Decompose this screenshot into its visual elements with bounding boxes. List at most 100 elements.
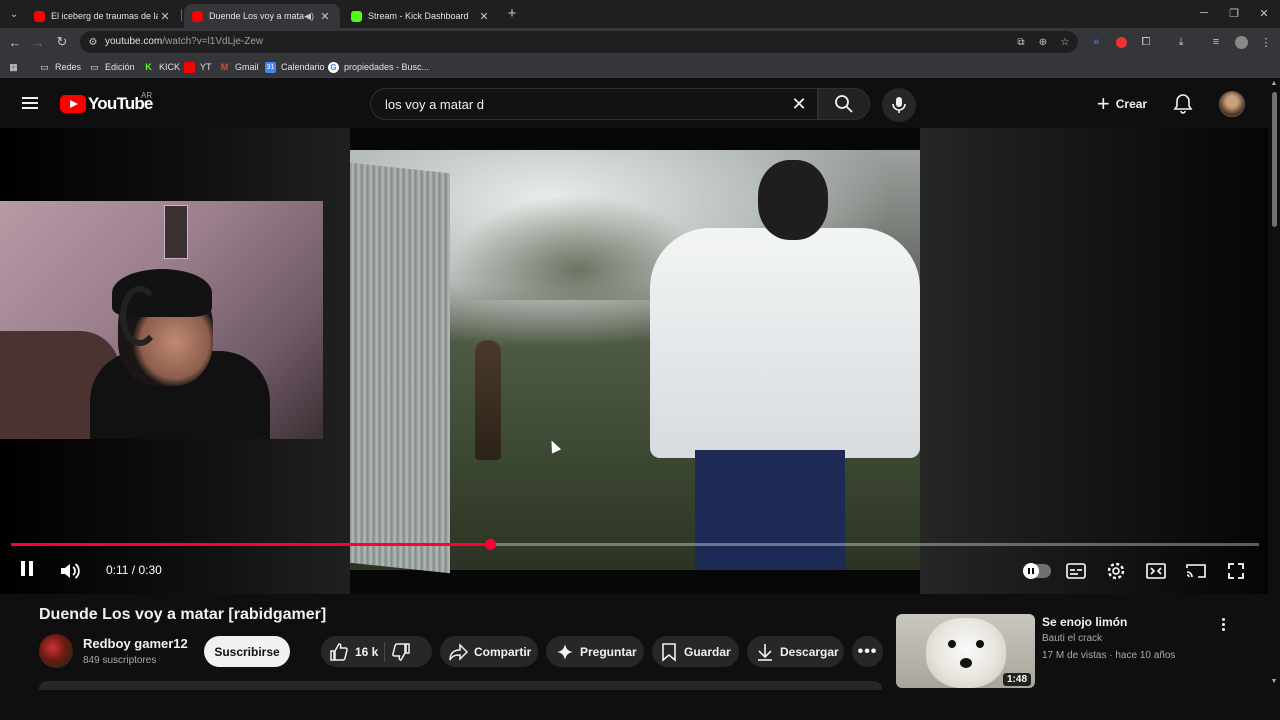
cast-button[interactable] — [1183, 558, 1209, 584]
bookmark-yt[interactable]: YT — [184, 60, 212, 74]
scroll-up-arrow-icon[interactable]: ▲ — [1270, 80, 1278, 88]
like-dislike-group: 16 k — [321, 636, 432, 667]
back-arrow-icon[interactable]: ← — [6, 33, 24, 51]
site-info-icon[interactable]: ⚙ — [86, 35, 100, 49]
settings-button[interactable] — [1103, 558, 1129, 584]
recommendation-thumbnail[interactable]: 1:48 — [896, 614, 1035, 688]
autoplay-pause-icon — [1023, 563, 1039, 579]
bookmark-gmail[interactable]: M Gmail — [219, 60, 259, 74]
search-icon — [835, 95, 853, 113]
folder-icon: ▭ — [40, 61, 49, 72]
youtube-logo[interactable]: YouTube — [60, 94, 153, 114]
theater-mode-icon — [1146, 563, 1166, 579]
bookmark-kick[interactable]: K KICK — [143, 60, 180, 74]
bookmark-label: propiedades - Busc... — [344, 62, 430, 72]
fullscreen-button[interactable] — [1223, 558, 1249, 584]
tab-separator — [181, 9, 182, 21]
recommendation-title[interactable]: Se enojo limón — [1042, 615, 1127, 629]
url-host: youtube.com — [105, 36, 163, 47]
user-avatar[interactable] — [1219, 91, 1245, 117]
save-button[interactable]: Guardar — [652, 636, 739, 667]
channel-avatar[interactable] — [39, 634, 73, 668]
browser-tab-kick[interactable]: Stream - Kick Dashboard ✕ — [343, 4, 499, 28]
speaker-icon[interactable]: ◀) — [304, 11, 314, 22]
youtube-play-logo-icon — [60, 95, 86, 113]
theater-mode-button[interactable] — [1143, 558, 1169, 584]
save-label: Guardar — [684, 644, 731, 659]
page-scrollbar[interactable]: ▲ ▼ — [1268, 80, 1280, 690]
scroll-down-arrow-icon[interactable]: ▼ — [1270, 678, 1278, 686]
close-window-icon[interactable]: ✕ — [1252, 4, 1276, 22]
extension-icon[interactable]: » — [1088, 34, 1104, 50]
tab-search-chevron-icon[interactable]: ⌄ — [6, 6, 22, 22]
voice-search-button[interactable] — [882, 88, 916, 122]
subscribe-button[interactable]: Suscribirse — [204, 636, 290, 667]
more-actions-button[interactable]: ••• — [852, 636, 883, 667]
kick-favicon-icon — [351, 10, 362, 22]
tab-title: El iceberg de traumas de la infa — [51, 11, 158, 21]
browser-tab-duende[interactable]: Duende Los voy a matar [ra ◀) ✕ — [184, 4, 340, 28]
bookmark-icon — [662, 642, 676, 662]
downloads-icon[interactable]: ⤓ — [1173, 34, 1189, 50]
volume-button[interactable] — [57, 558, 83, 584]
thumbs-up-icon — [330, 642, 348, 661]
minimize-icon[interactable]: ─ — [1192, 4, 1216, 22]
recommendation-duration: 1:48 — [1002, 673, 1031, 686]
profile-icon[interactable] — [1233, 34, 1249, 50]
close-tab-icon[interactable]: ✕ — [318, 9, 332, 23]
dislike-button[interactable] — [391, 642, 411, 662]
new-tab-icon[interactable]: + — [504, 5, 520, 22]
install-app-icon[interactable]: ⧉ — [1014, 35, 1028, 49]
ask-button[interactable]: Preguntar — [546, 636, 644, 667]
progress-bar[interactable] — [11, 539, 1259, 550]
scrollbar-thumb[interactable] — [1272, 92, 1277, 227]
restore-icon[interactable]: ❐ — [1222, 4, 1246, 22]
video-player[interactable]: 0:11 / 0:30 — [0, 128, 1268, 594]
search-input[interactable]: los voy a matar d ✕ — [370, 88, 818, 120]
recommendation-channel[interactable]: Bauti el crack — [1042, 633, 1102, 644]
close-tab-icon[interactable]: ✕ — [477, 9, 491, 23]
media-controls-icon[interactable]: ≡ — [1208, 34, 1224, 50]
download-label: Descargar — [780, 644, 839, 659]
like-count: 16 k — [355, 644, 379, 659]
forward-arrow-icon[interactable]: → — [29, 33, 47, 51]
share-button[interactable]: Compartir — [440, 636, 538, 667]
video-scene-image — [350, 150, 920, 574]
recommendation-menu-icon[interactable] — [1214, 614, 1232, 634]
pause-button[interactable] — [14, 558, 40, 584]
share-icon — [449, 642, 469, 661]
adblock-extension-icon[interactable] — [1113, 34, 1129, 50]
channel-name[interactable]: Redboy gamer12 — [83, 636, 188, 651]
extensions-puzzle-icon[interactable]: ⧠ — [1138, 34, 1154, 50]
notifications-bell-icon[interactable] — [1172, 92, 1194, 114]
download-button[interactable]: Descargar — [747, 636, 844, 667]
bookmark-label: Gmail — [235, 62, 259, 72]
bookmark-star-icon[interactable]: ☆ — [1058, 35, 1072, 49]
bookmarks-bar: ▦ ▭ Redes ▭ Edición K KICK YT M Gmail 31 Cale… — [0, 56, 1280, 78]
bookmark-label: Calendario — [281, 62, 325, 72]
apps-grid-icon[interactable]: ▦ — [8, 60, 19, 74]
browser-menu-icon[interactable]: ⋮ — [1258, 34, 1274, 50]
bookmark-redes[interactable]: ▭ Redes — [39, 60, 81, 74]
zoom-icon[interactable]: ⊕ — [1036, 35, 1050, 49]
calendar-icon: 31 — [265, 61, 276, 73]
google-icon: G — [328, 61, 339, 73]
browser-tab-iceberg[interactable]: El iceberg de traumas de la infa ✕ — [26, 4, 180, 28]
address-bar[interactable]: ⚙ youtube.com/watch?v=l1VdLje-Zew ⧉ ⊕ ☆ — [80, 31, 1078, 53]
autoplay-toggle[interactable] — [1023, 563, 1051, 579]
menu-icon[interactable] — [20, 94, 40, 114]
ask-label: Preguntar — [580, 644, 637, 659]
progress-fill — [11, 543, 491, 546]
bookmark-propiedades[interactable]: Gpropiedades - Busc... — [328, 60, 429, 74]
search-button[interactable] — [818, 88, 870, 120]
clear-search-icon[interactable]: ✕ — [789, 94, 809, 114]
close-tab-icon[interactable]: ✕ — [158, 9, 172, 23]
create-button[interactable]: + Crear — [1088, 88, 1156, 120]
like-button[interactable]: 16 k — [329, 642, 378, 662]
bookmark-calendario[interactable]: 31 Calendario — [265, 60, 325, 74]
subtitles-button[interactable] — [1063, 558, 1089, 584]
reload-icon[interactable]: ↻ — [53, 33, 71, 51]
bookmark-label: YT — [200, 62, 212, 72]
bookmark-edicion[interactable]: ▭ Edición — [89, 60, 134, 74]
fullscreen-icon — [1228, 563, 1244, 579]
